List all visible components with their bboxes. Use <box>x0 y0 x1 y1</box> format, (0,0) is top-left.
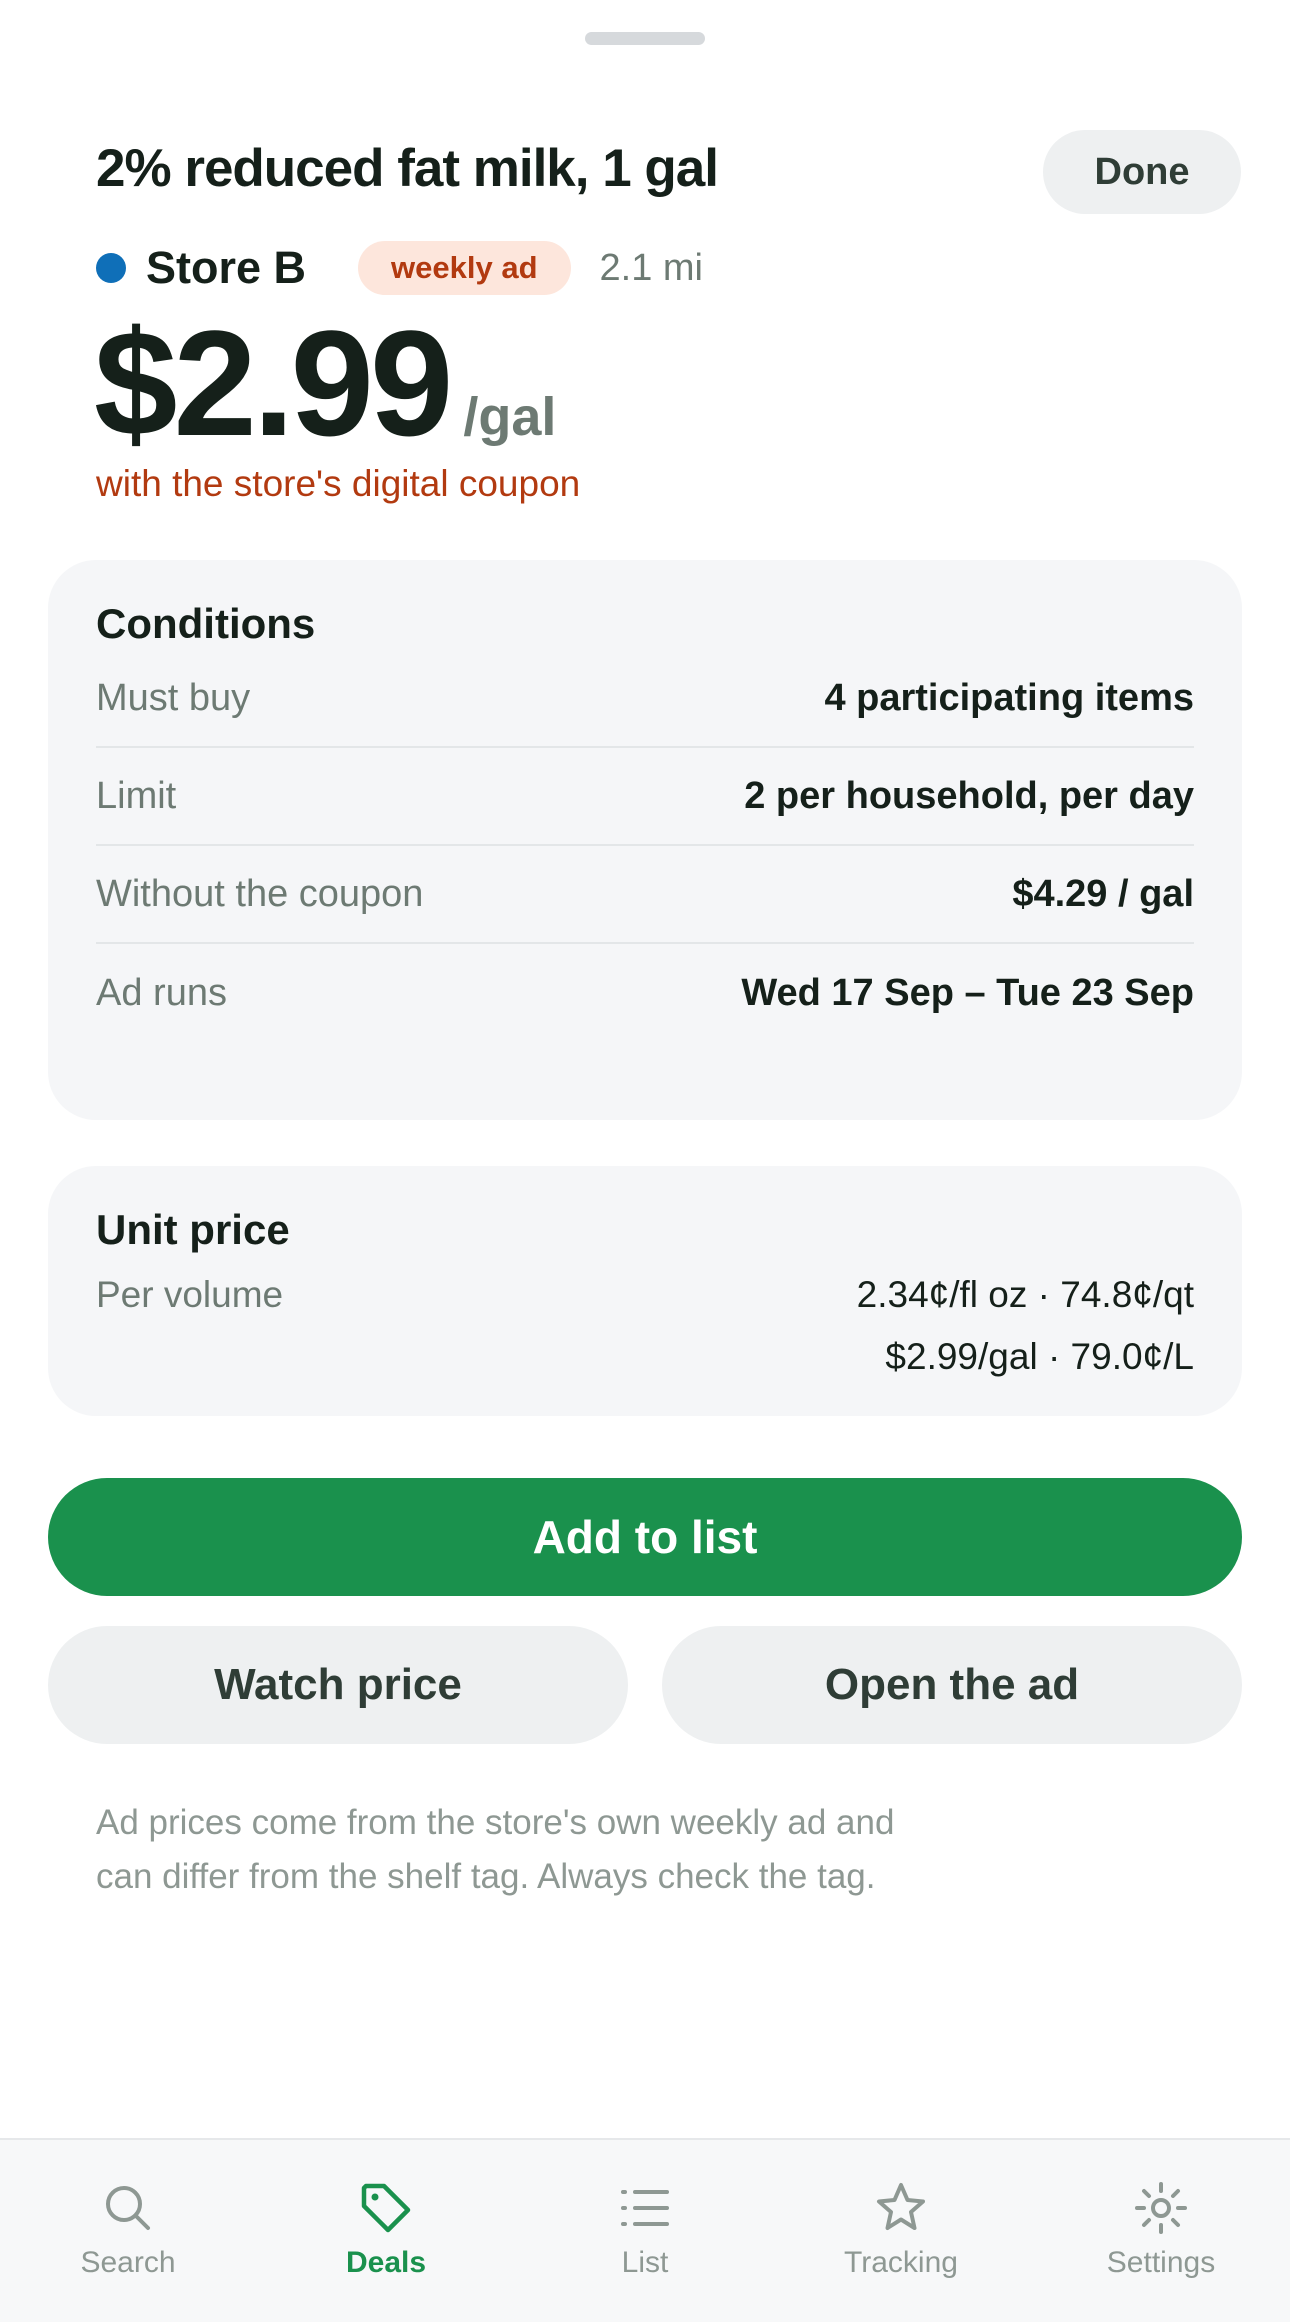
tab-deals[interactable]: Deals <box>286 2140 486 2322</box>
weekly-ad-badge: weekly ad <box>358 241 571 295</box>
add-to-list-button[interactable]: Add to list <box>48 1478 1242 1596</box>
condition-label: Without the coupon <box>96 872 424 915</box>
store-row: Store B weekly ad 2.1 mi <box>96 240 703 296</box>
watch-price-button[interactable]: Watch price <box>48 1626 628 1744</box>
tab-label: Settings <box>1106 2246 1216 2279</box>
search-icon <box>106 2186 150 2230</box>
tab-bar: Search Deals List Tracking Settings <box>0 2138 1290 2322</box>
star-icon <box>877 2183 925 2230</box>
list-icon <box>621 2190 669 2226</box>
tab-label: Search <box>80 2246 176 2279</box>
condition-value: 4 participating items <box>824 676 1194 719</box>
price-row: $2.99 /gal <box>94 299 557 467</box>
coupon-note: with the store's digital coupon <box>96 463 581 504</box>
done-button[interactable]: Done <box>1043 130 1241 214</box>
tab-list[interactable]: List <box>545 2140 745 2322</box>
unit-price-line-2: $2.99/gal · 79.0¢/L <box>885 1336 1194 1377</box>
tab-search[interactable]: Search <box>28 2140 228 2322</box>
tag-icon <box>361 2183 411 2233</box>
store-name: Store B <box>146 242 307 293</box>
conditions-card: Conditions Must buy 4 participating items… <box>48 560 1242 1120</box>
tab-label: Deals <box>345 2246 427 2279</box>
disclaimer-text: Ad prices come from the store's own week… <box>96 1803 895 1896</box>
tab-tracking[interactable]: Tracking <box>801 2140 1001 2322</box>
price-unit: /gal <box>463 387 557 447</box>
tab-label: Tracking <box>844 2246 958 2279</box>
sheet-grabber[interactable] <box>585 32 705 45</box>
condition-row: Ad runs Wed 17 Sep – Tue 23 Sep <box>96 944 1194 1042</box>
conditions-title: Conditions <box>96 600 316 647</box>
tab-label: List <box>621 2246 669 2279</box>
condition-row: Limit 2 per household, per day <box>96 748 1194 846</box>
condition-label: Ad runs <box>96 971 227 1014</box>
store-distance: 2.1 mi <box>599 246 703 289</box>
deal-price: $2.99 <box>94 299 453 467</box>
unit-price-title: Unit price <box>96 1206 290 1253</box>
condition-row: Without the coupon $4.29 / gal <box>96 846 1194 944</box>
condition-label: Limit <box>96 774 177 817</box>
open-ad-button[interactable]: Open the ad <box>662 1626 1242 1744</box>
condition-value: Wed 17 Sep – Tue 23 Sep <box>741 971 1194 1014</box>
unit-price-line-1: 2.34¢/fl oz · 74.8¢/qt <box>856 1274 1194 1315</box>
unit-price-label: Per volume <box>96 1274 284 1315</box>
store-color-dot <box>96 253 126 283</box>
unit-price-card: Unit price Per volume 2.34¢/fl oz · 74.8… <box>48 1166 1242 1416</box>
tab-settings[interactable]: Settings <box>1061 2140 1261 2322</box>
deal-detail-sheet: 2% reduced fat milk, 1 gal Done Store B … <box>0 0 1290 2322</box>
condition-row: Must buy 4 participating items <box>96 650 1194 748</box>
condition-value: 2 per household, per day <box>744 774 1194 817</box>
condition-value: $4.29 / gal <box>1012 872 1194 915</box>
product-title: 2% reduced fat milk, 1 gal <box>96 139 719 198</box>
condition-label: Must buy <box>96 676 251 719</box>
gear-icon <box>1135 2182 1187 2234</box>
